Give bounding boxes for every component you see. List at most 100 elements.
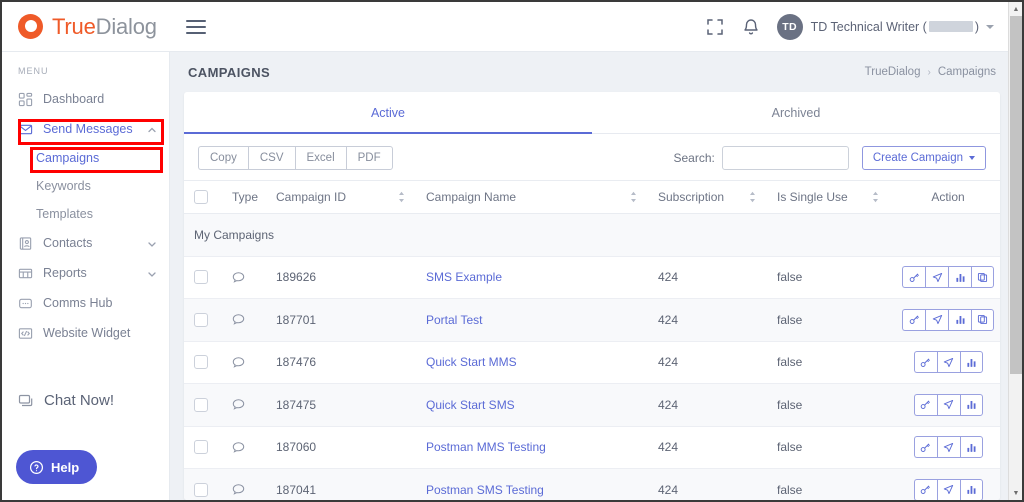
select-all-checkbox[interactable]: [194, 190, 208, 204]
send-icon-button[interactable]: [936, 478, 960, 500]
chevron-up-icon: [147, 124, 157, 134]
campaign-name-link[interactable]: Postman SMS Testing: [426, 483, 544, 497]
hamburger-line: [186, 25, 206, 28]
key-icon-button[interactable]: [913, 478, 937, 500]
row-type-cell: [222, 341, 266, 384]
breadcrumb-item-root[interactable]: TrueDialog: [865, 66, 921, 78]
stats-icon-button[interactable]: [959, 393, 983, 416]
row-checkbox[interactable]: [194, 270, 208, 285]
row-type-cell: [222, 298, 266, 342]
sidebar-item-website-widget[interactable]: Website Widget: [2, 318, 169, 348]
key-icon-button[interactable]: [913, 436, 937, 459]
row-campaign-name: Postman SMS Testing: [416, 468, 648, 500]
sidebar-item-comms-hub[interactable]: Comms Hub: [2, 288, 169, 318]
sort-icon: [871, 191, 880, 203]
tab-label: Archived: [771, 105, 821, 120]
help-label: Help: [51, 459, 80, 475]
duplicate-icon-button[interactable]: [971, 308, 994, 331]
stats-icon-button[interactable]: [948, 266, 971, 289]
row-select-cell: [184, 256, 222, 299]
tab-label: Active: [370, 105, 406, 120]
sidebar-item-reports[interactable]: Reports: [2, 258, 169, 288]
row-checkbox[interactable]: [194, 482, 208, 497]
send-icon-button[interactable]: [925, 308, 948, 331]
page-scrollbar[interactable]: ▲ ▼: [1008, 2, 1022, 500]
website-widget-icon: [18, 326, 33, 341]
scroll-down-arrow-icon[interactable]: ▼: [1009, 486, 1022, 500]
row-subscription: 424: [648, 468, 767, 500]
campaign-name-link[interactable]: Postman MMS Testing: [426, 440, 546, 454]
send-icon-button[interactable]: [925, 266, 948, 289]
table-toolbar: Copy CSV Excel PDF Search: Create Campai…: [184, 134, 1000, 180]
row-checkbox[interactable]: [194, 312, 208, 327]
search-input[interactable]: [721, 146, 849, 170]
table-header-row: Type Campaign ID Campaign Name Subscript…: [184, 180, 1000, 214]
scroll-up-arrow-icon[interactable]: ▲: [1009, 2, 1022, 16]
row-checkbox[interactable]: [194, 440, 208, 455]
chevron-down-icon: [147, 238, 157, 248]
user-menu[interactable]: TD TD Technical Writer (): [776, 13, 994, 40]
sidebar-item-contacts[interactable]: Contacts: [2, 228, 169, 258]
csv-button[interactable]: CSV: [247, 146, 295, 170]
header-campaign-name[interactable]: Campaign Name: [416, 180, 648, 214]
campaign-name-link[interactable]: Quick Start SMS: [426, 398, 515, 412]
copy-button[interactable]: Copy: [198, 146, 248, 170]
brand-name-part1: True: [52, 13, 96, 39]
chat-bubble-icon: [232, 484, 245, 496]
stats-icon-button[interactable]: [948, 308, 971, 331]
key-icon-button[interactable]: [902, 308, 925, 331]
tab-archived[interactable]: Archived: [592, 92, 1000, 133]
campaign-name-link[interactable]: SMS Example: [426, 270, 502, 284]
campaign-name-link[interactable]: Portal Test: [426, 313, 482, 327]
header-label: Type: [232, 190, 259, 204]
send-icon-button[interactable]: [936, 436, 960, 459]
sort-icon: [397, 191, 406, 203]
sidebar-item-send-messages[interactable]: Send Messages: [2, 114, 169, 144]
truedialog-logo-icon: [18, 14, 43, 39]
redacted-account-id: [928, 21, 973, 32]
chat-now-button[interactable]: Chat Now!: [18, 392, 114, 409]
header-subscription[interactable]: Subscription: [648, 180, 767, 214]
fullscreen-icon[interactable]: [705, 17, 725, 37]
scrollbar-thumb[interactable]: [1010, 16, 1022, 374]
top-bar: TrueDialog TD TD Technical Writer (): [2, 2, 1022, 52]
send-icon-button[interactable]: [936, 393, 960, 416]
stats-icon-button[interactable]: [959, 351, 983, 374]
header-campaign-id[interactable]: Campaign ID: [266, 180, 416, 214]
sidebar-item-dashboard[interactable]: Dashboard: [2, 84, 169, 114]
sidebar-subitem-keywords[interactable]: Keywords: [2, 172, 169, 200]
hamburger-line: [186, 31, 206, 34]
key-icon-button[interactable]: [913, 393, 937, 416]
chevron-down-icon: [147, 268, 157, 278]
chat-bubble-icon: [232, 357, 245, 368]
header-is-single-use[interactable]: Is Single Use: [767, 180, 890, 214]
question-circle-icon: [29, 460, 44, 474]
pdf-button[interactable]: PDF: [345, 146, 393, 170]
toolbar-right-group: Search: Create Campaign: [674, 146, 986, 170]
key-icon-button[interactable]: [902, 266, 925, 289]
group-label: My Campaigns: [184, 213, 1000, 257]
duplicate-icon-button[interactable]: [971, 266, 994, 289]
excel-button[interactable]: Excel: [294, 146, 346, 170]
row-checkbox[interactable]: [194, 397, 208, 412]
row-actions-cell: [890, 298, 1000, 342]
sidebar-subitem-label: Templates: [36, 207, 93, 221]
help-button[interactable]: Help: [16, 450, 98, 484]
sidebar-subitem-templates[interactable]: Templates: [2, 200, 169, 228]
send-icon-button[interactable]: [936, 351, 960, 374]
row-actions-cell: [890, 383, 1000, 427]
stats-icon-button[interactable]: [959, 478, 983, 500]
stats-icon-button[interactable]: [959, 436, 983, 459]
create-campaign-button[interactable]: Create Campaign: [861, 146, 986, 170]
campaign-name-link[interactable]: Quick Start MMS: [426, 355, 517, 369]
row-campaign-name: Portal Test: [416, 298, 648, 342]
row-checkbox[interactable]: [194, 355, 208, 370]
bell-icon[interactable]: [741, 17, 761, 37]
menu-toggle-icon[interactable]: [186, 16, 208, 38]
key-icon-button[interactable]: [913, 351, 937, 374]
sidebar-subitem-campaigns[interactable]: Campaigns: [2, 144, 169, 172]
row-campaign-name: Postman MMS Testing: [416, 426, 648, 469]
user-name-prefix: TD Technical Writer (: [810, 19, 927, 34]
brand-logo[interactable]: TrueDialog: [2, 2, 170, 52]
tab-active[interactable]: Active: [184, 92, 592, 134]
